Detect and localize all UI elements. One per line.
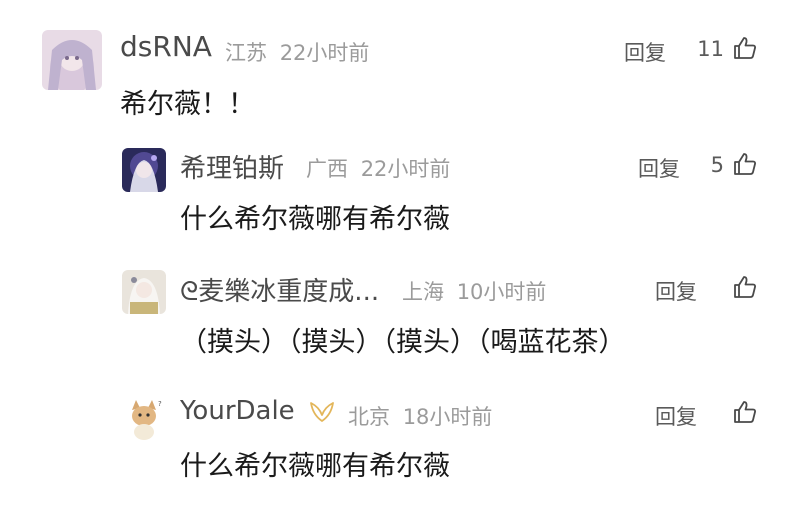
location: 广西 — [306, 157, 348, 181]
avatar[interactable] — [122, 148, 166, 192]
timestamp: 22小时前 — [279, 41, 370, 65]
username[interactable]: dsRNA — [120, 30, 212, 63]
avatar[interactable] — [42, 30, 102, 90]
comment-meta: 江苏 22小时前 — [225, 37, 369, 67]
avatar[interactable] — [122, 270, 166, 314]
reply-item: 希理铂斯 广西 22小时前 回复 5 什么希尔薇哪有希尔薇 — [0, 130, 800, 250]
thumbs-up-icon[interactable] — [732, 35, 758, 61]
comment-meta: 上海 10小时前 — [402, 276, 546, 306]
reply-button[interactable]: 回复 — [638, 153, 680, 183]
username[interactable]: YourDale — [180, 396, 335, 426]
comment-text: （摸头）（摸头）（摸头）（喝蓝花茶） — [180, 327, 626, 358]
comment-text: 什么希尔薇哪有希尔薇 — [180, 451, 450, 482]
comment-item: dsRNA 江苏 22小时前 回复 11 希尔薇！！ — [0, 0, 800, 130]
thumbs-up-icon[interactable] — [732, 151, 758, 177]
avatar[interactable]: ? — [122, 396, 166, 440]
comment-meta: 北京 18小时前 — [348, 401, 492, 431]
anime-girl-avatar-icon — [42, 30, 102, 90]
username[interactable]: ᘓ麦樂冰重度成... — [180, 271, 379, 308]
comment-text: 希尔薇！！ — [120, 89, 255, 120]
reply-button[interactable]: 回复 — [655, 276, 697, 306]
svg-text:?: ? — [158, 400, 162, 408]
location: 上海 — [402, 280, 444, 304]
comment-text: 什么希尔薇哪有希尔薇 — [180, 204, 450, 235]
reply-item: ? YourDale 北京 18小时前 回复 什么希尔薇哪有希尔薇 — [0, 380, 800, 506]
location: 江苏 — [225, 41, 267, 65]
cat-avatar-icon: ? — [122, 396, 166, 440]
thumbs-up-icon[interactable] — [732, 274, 758, 300]
thumbs-up-icon[interactable] — [732, 399, 758, 425]
anime-silver-hair-avatar-icon — [122, 148, 166, 192]
location: 北京 — [348, 405, 390, 429]
timestamp: 10小时前 — [456, 280, 547, 304]
timestamp: 22小时前 — [360, 157, 451, 181]
like-count: 5 — [710, 153, 724, 177]
timestamp: 18小时前 — [402, 405, 493, 429]
comment-meta: 广西 22小时前 — [306, 153, 450, 183]
username[interactable]: 希理铂斯 — [180, 148, 284, 185]
reply-button[interactable]: 回复 — [655, 401, 697, 431]
anime-white-hair-avatar-icon — [122, 270, 166, 314]
wings-badge-icon — [310, 401, 334, 422]
reply-item: ᘓ麦樂冰重度成... 上海 10小时前 回复 （摸头）（摸头）（摸头）（喝蓝花茶… — [0, 250, 800, 380]
like-count: 11 — [697, 37, 724, 61]
reply-button[interactable]: 回复 — [624, 37, 666, 67]
username-text: YourDale — [180, 396, 295, 426]
